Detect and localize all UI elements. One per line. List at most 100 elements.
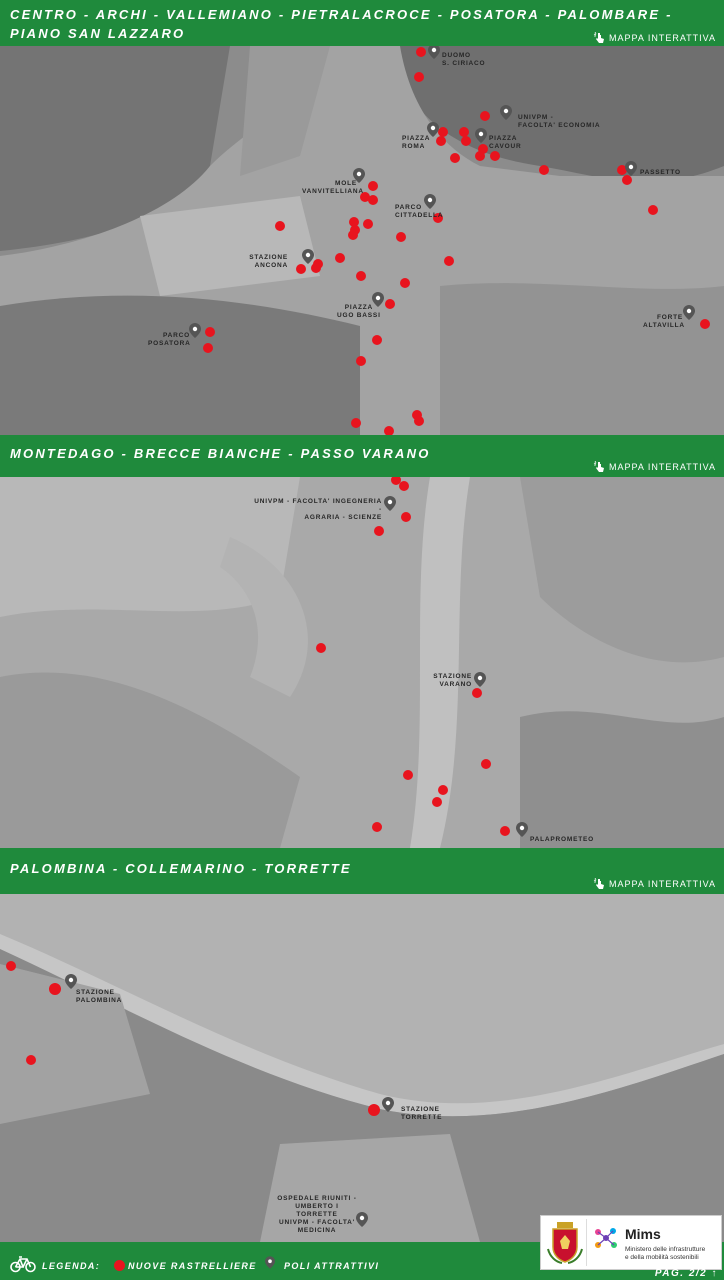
satellite-map-palombina (0, 894, 724, 1242)
rack-marker[interactable] (401, 512, 411, 522)
rack-marker[interactable] (432, 797, 442, 807)
rack-marker[interactable] (500, 826, 510, 836)
poi-label: PALAPROMETEO (530, 836, 595, 843)
rack-marker[interactable] (480, 111, 490, 121)
rack-marker[interactable] (356, 356, 366, 366)
interactive-map-label: MAPPA INTERATTIVA (608, 879, 716, 889)
rack-marker[interactable] (490, 151, 500, 161)
rack-marker[interactable] (385, 299, 395, 309)
rack-marker[interactable] (368, 195, 378, 205)
rack-marker[interactable] (475, 151, 485, 161)
rack-marker[interactable] (622, 175, 632, 185)
rack-marker[interactable] (461, 136, 471, 146)
poi-label: FORTE ALTAVILLA (643, 314, 685, 329)
rack-marker[interactable] (384, 426, 394, 435)
map-centro[interactable]: DUOMO S. CIRIACO UNIVPM - FACOLTA' ECONO… (0, 46, 724, 435)
satellite-map-centro (0, 46, 724, 435)
legend-poi-label: POLI ATTRATTIVI (284, 1261, 380, 1271)
satellite-map-montedago (0, 477, 724, 848)
rack-marker[interactable] (399, 481, 409, 491)
rack-marker[interactable] (363, 219, 373, 229)
page-indicator: PAG. 2/2 ↑ (655, 1268, 718, 1279)
rack-marker[interactable] (648, 205, 658, 215)
pointer-hand-icon (593, 878, 604, 889)
poi-label: PIAZZA CAVOUR (489, 135, 522, 150)
rack-marker[interactable] (396, 232, 406, 242)
rack-marker[interactable] (351, 418, 361, 428)
poi-label: PASSETTO (640, 169, 681, 176)
rack-marker[interactable] (438, 785, 448, 795)
map-pin-icon (500, 105, 512, 120)
poi-label: PARCO POSATORA (148, 332, 191, 347)
rack-marker[interactable] (368, 181, 378, 191)
map-pin-icon (625, 161, 637, 176)
rack-marker[interactable] (311, 263, 321, 273)
rack-marker[interactable] (372, 335, 382, 345)
rack-marker[interactable] (335, 253, 345, 263)
map-pin-icon (428, 46, 440, 59)
rack-marker[interactable] (6, 961, 16, 971)
rack-marker[interactable] (436, 136, 446, 146)
poi-label: OSPEDALE RIUNITI - UMBERTO I TORRETTE UN… (277, 1195, 357, 1234)
rack-marker[interactable] (203, 343, 213, 353)
rack-marker[interactable] (296, 264, 306, 274)
mims-brand: Mims (625, 1226, 661, 1242)
rack-marker[interactable] (348, 230, 358, 240)
interactive-map-link-2[interactable]: MAPPA INTERATTIVA (593, 461, 716, 473)
page-number: PAG. 2/2 (654, 1268, 708, 1279)
interactive-map-link-1[interactable]: MAPPA INTERATTIVA (593, 32, 716, 44)
legend-title: LEGENDA: (42, 1261, 101, 1271)
rack-marker[interactable] (275, 221, 285, 231)
rack-marker[interactable] (539, 165, 549, 175)
legend-racks-label: NUOVE RASTRELLIERE (128, 1261, 257, 1271)
rack-marker[interactable] (316, 643, 326, 653)
poi-label: DUOMO S. CIRIACO (442, 52, 486, 67)
poi-label: STAZIONE PALOMBINA (76, 989, 123, 1004)
map-pin-icon (65, 974, 77, 989)
poi-label: UNIVPM - FACOLTA' ECONOMIA (518, 114, 601, 129)
rack-marker[interactable] (472, 688, 482, 698)
ministry-name: Ministero delle infrastrutture e della m… (625, 1246, 706, 1261)
rack-marker[interactable] (372, 822, 382, 832)
map-pin-icon (474, 672, 486, 687)
map-pin-icon (384, 496, 396, 511)
rack-marker[interactable] (49, 983, 61, 995)
map-pin-icon (475, 128, 487, 143)
map-pin-icon (189, 323, 201, 338)
section-title-3: PALOMBINA - COLLEMARINO - TORRETTE (10, 861, 352, 876)
section-header-1: CENTRO - ARCHI - VALLEMIANO - PIETRALACR… (0, 0, 724, 46)
rack-marker[interactable] (403, 770, 413, 780)
map-montedago[interactable]: UNIVPM - FACOLTA' INGEGNERIA - AGRARIA -… (0, 477, 724, 848)
poi-label: PARCO CITTADELLA (395, 204, 444, 219)
rack-marker[interactable] (374, 526, 384, 536)
section-header-2: MONTEDAGO - BRECCE BIANCHE - PASSO VARAN… (0, 435, 724, 477)
rack-marker[interactable] (356, 271, 366, 281)
rack-marker[interactable] (444, 256, 454, 266)
poi-label: PIAZZA UGO BASSI (337, 304, 381, 319)
rack-marker[interactable] (26, 1055, 36, 1065)
rack-marker[interactable] (400, 278, 410, 288)
rack-marker[interactable] (414, 416, 424, 426)
poi-label: PIAZZA ROMA (402, 135, 431, 150)
rack-marker[interactable] (205, 327, 215, 337)
rack-marker[interactable] (416, 47, 426, 57)
rack-marker[interactable] (450, 153, 460, 163)
poi-label: STAZIONE TORRETTE (401, 1106, 443, 1121)
map-palombina[interactable]: STAZIONE PALOMBINA STAZIONE TORRETTE OSP… (0, 894, 724, 1242)
interactive-map-link-3[interactable]: MAPPA INTERATTIVA (593, 878, 716, 890)
poi-label: STAZIONE VARANO (433, 673, 472, 688)
pointer-hand-icon (593, 32, 604, 43)
map-pin-icon (265, 1256, 275, 1269)
map-pin-icon (302, 249, 314, 264)
rack-marker[interactable] (368, 1104, 380, 1116)
rack-marker[interactable] (414, 72, 424, 82)
poi-label: STAZIONE ANCONA (249, 254, 288, 269)
section-header-3: PALOMBINA - COLLEMARINO - TORRETTE MAPPA… (0, 848, 724, 894)
map-pin-icon (683, 305, 695, 320)
arrow-up-icon: ↑ (711, 1268, 718, 1279)
rack-marker[interactable] (481, 759, 491, 769)
rack-marker[interactable] (700, 319, 710, 329)
legend-rack-dot (114, 1260, 125, 1271)
section-title-1: CENTRO - ARCHI - VALLEMIANO - PIETRALACR… (10, 7, 673, 41)
section-title-2: MONTEDAGO - BRECCE BIANCHE - PASSO VARAN… (10, 446, 431, 461)
